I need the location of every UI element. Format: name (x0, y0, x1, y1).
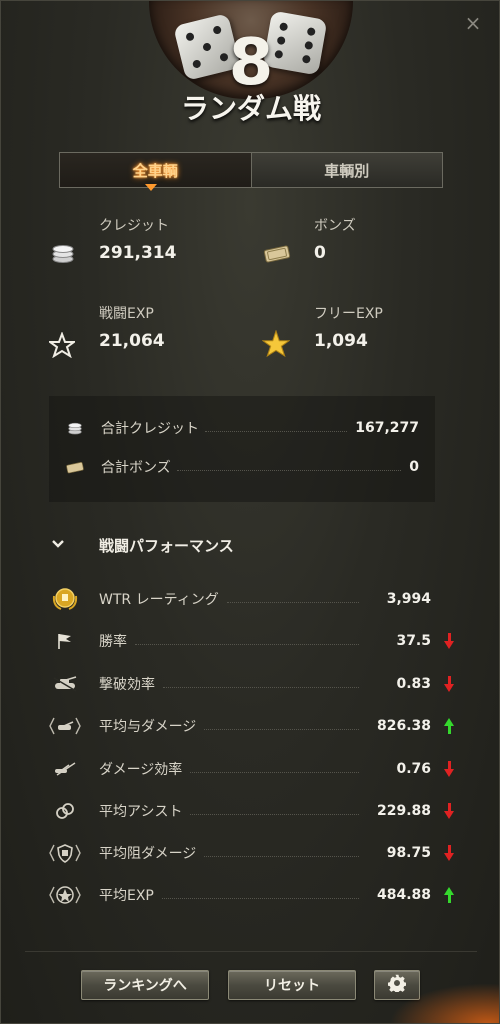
footer-divider (25, 951, 477, 952)
bonds-value: 0 (314, 243, 326, 263)
perf-value: 484.88 (376, 887, 431, 903)
perf-row-win-rate: 勝率 37.5 (45, 627, 455, 655)
coin-stack-icon (49, 421, 101, 435)
tab-all-vehicles[interactable]: 全車輌 (60, 153, 252, 187)
bonds-block: ボンズ 0 (314, 215, 356, 263)
battle-mode-title: ランダム戦 (180, 92, 321, 125)
credits-value: 291,314 (99, 243, 177, 263)
perf-value: 37.5 (396, 633, 431, 649)
chevron-down-icon (51, 537, 73, 553)
wtr-badge-icon (45, 586, 85, 612)
total-credits-row: 合計クレジット 167,277 (49, 414, 435, 442)
free-exp-value: 1,094 (314, 331, 368, 351)
perf-label: 勝率 (99, 634, 127, 650)
star-outline-icon (47, 331, 77, 359)
trend-down-icon (443, 633, 455, 649)
perf-label: WTR レーティング (99, 592, 219, 608)
damage-dealt-icon (45, 716, 85, 736)
flag-icon (45, 632, 85, 650)
totals-box: 合計クレジット 167,277 合計ボンズ 0 (49, 396, 435, 502)
session-stats-panel: × 8 ランダム戦 全車輌 車輌別 クレジット 291,314 ボンズ 0 戦闘… (0, 0, 500, 1024)
total-bonds-label: 合計ボンズ (101, 460, 171, 476)
ranking-button[interactable]: ランキングへ (81, 970, 209, 1000)
perf-row-wtr: WTR レーティング 3,994 (45, 585, 455, 613)
perf-label: 平均阻ダメージ (99, 846, 197, 862)
trend-up-icon (443, 887, 455, 903)
perf-label: 平均EXP (99, 888, 154, 904)
perf-label: 平均与ダメージ (99, 719, 197, 735)
perf-row-damage-ratio: ダメージ効率 0.76 (45, 755, 455, 783)
perf-label: ダメージ効率 (99, 762, 183, 778)
gold-star-icon (261, 329, 291, 359)
bonds-label: ボンズ (314, 218, 356, 234)
close-icon[interactable]: × (463, 13, 483, 33)
perf-value: 98.75 (386, 845, 431, 861)
assist-icon (45, 801, 85, 821)
perf-value: 826.38 (376, 718, 431, 734)
reset-button[interactable]: リセット (228, 970, 356, 1000)
performance-section-toggle[interactable]: 戦闘パフォーマンス (51, 533, 234, 557)
credits-block: クレジット 291,314 (99, 215, 176, 263)
perf-row-kill-efficiency: 撃破効率 0.83 (45, 670, 455, 698)
free-exp-label: フリーEXP (314, 306, 383, 322)
battles-count: 8 (228, 26, 274, 100)
perf-row-avg-damage: 平均与ダメージ 826.38 (45, 712, 455, 740)
total-bonds-value: 0 (409, 459, 419, 475)
coin-stack-icon (49, 239, 77, 267)
bond-icon (261, 241, 293, 265)
total-credits-label: 合計クレジット (101, 421, 199, 437)
perf-row-avg-assist: 平均アシスト 229.88 (45, 797, 455, 825)
damage-ratio-icon (45, 761, 85, 777)
perf-value: 229.88 (376, 803, 431, 819)
performance-title: 戦闘パフォーマンス (99, 536, 234, 555)
trend-up-icon (443, 718, 455, 734)
battle-exp-block: 戦闘EXP 21,064 (99, 303, 165, 351)
exp-badge-icon (45, 884, 85, 906)
tab-by-vehicle[interactable]: 車輌別 (251, 153, 442, 187)
corner-glow (389, 983, 499, 1023)
perf-value: 3,994 (386, 591, 431, 607)
trend-down-icon (443, 803, 455, 819)
credits-label: クレジット (99, 218, 169, 234)
perf-value: 0.83 (396, 676, 431, 692)
destroyed-tank-icon (45, 676, 85, 692)
free-exp-block: フリーEXP 1,094 (314, 303, 383, 351)
battle-exp-label: 戦闘EXP (99, 306, 154, 322)
perf-value: 0.76 (396, 761, 431, 777)
vehicle-tabs: 全車輌 車輌別 (59, 152, 443, 188)
trend-down-icon (443, 845, 455, 861)
perf-row-avg-blocked: 平均阻ダメージ 98.75 (45, 839, 455, 867)
bond-icon (49, 460, 101, 474)
total-credits-value: 167,277 (355, 420, 419, 436)
perf-label: 撃破効率 (99, 677, 155, 693)
battle-exp-value: 21,064 (99, 331, 165, 351)
trend-down-icon (443, 761, 455, 777)
trend-down-icon (443, 676, 455, 692)
blocked-damage-icon (45, 842, 85, 864)
total-bonds-row: 合計ボンズ 0 (49, 453, 435, 481)
perf-label: 平均アシスト (99, 804, 183, 820)
perf-row-avg-exp: 平均EXP 484.88 (45, 881, 455, 909)
active-tab-indicator (145, 184, 157, 191)
